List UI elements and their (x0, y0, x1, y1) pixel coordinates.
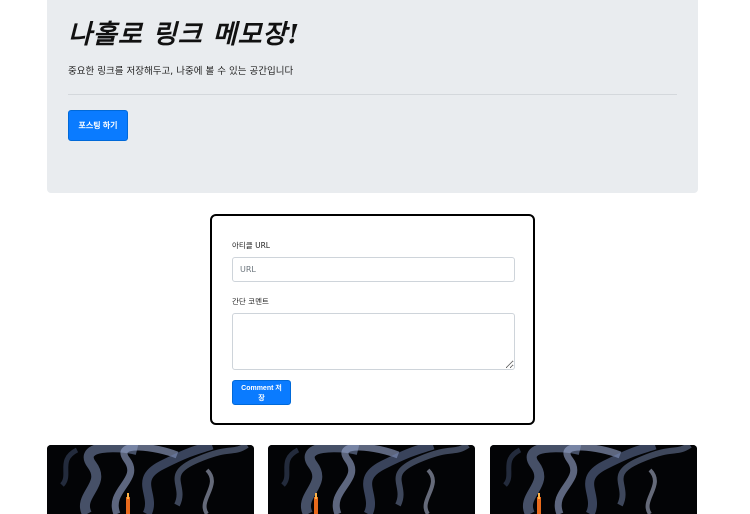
comment-textarea[interactable] (232, 313, 515, 370)
posting-form: 아티클 URL 간단 코멘트 Comment 저장 (210, 214, 535, 425)
save-comment-button[interactable]: Comment 저장 (232, 380, 291, 405)
link-card[interactable] (268, 445, 475, 514)
page-title: 나홀로 링크 메모장! (68, 20, 300, 50)
link-card[interactable] (490, 445, 697, 514)
comment-label: 간단 코멘트 (232, 297, 269, 306)
divider (68, 94, 677, 95)
page-lead: 중요한 링크를 저장해두고, 나중에 볼 수 있는 공간입니다 (68, 66, 294, 77)
smoke-match-image (490, 445, 697, 514)
smoke-match-image (47, 445, 254, 514)
url-input[interactable] (232, 257, 515, 282)
url-label: 아티클 URL (232, 241, 270, 250)
jumbotron: 나홀로 링크 메모장! 중요한 링크를 저장해두고, 나중에 볼 수 있는 공간… (47, 0, 698, 193)
post-button[interactable]: 포스팅 하기 (68, 110, 128, 141)
link-card[interactable] (47, 445, 254, 514)
smoke-match-image (268, 445, 475, 514)
